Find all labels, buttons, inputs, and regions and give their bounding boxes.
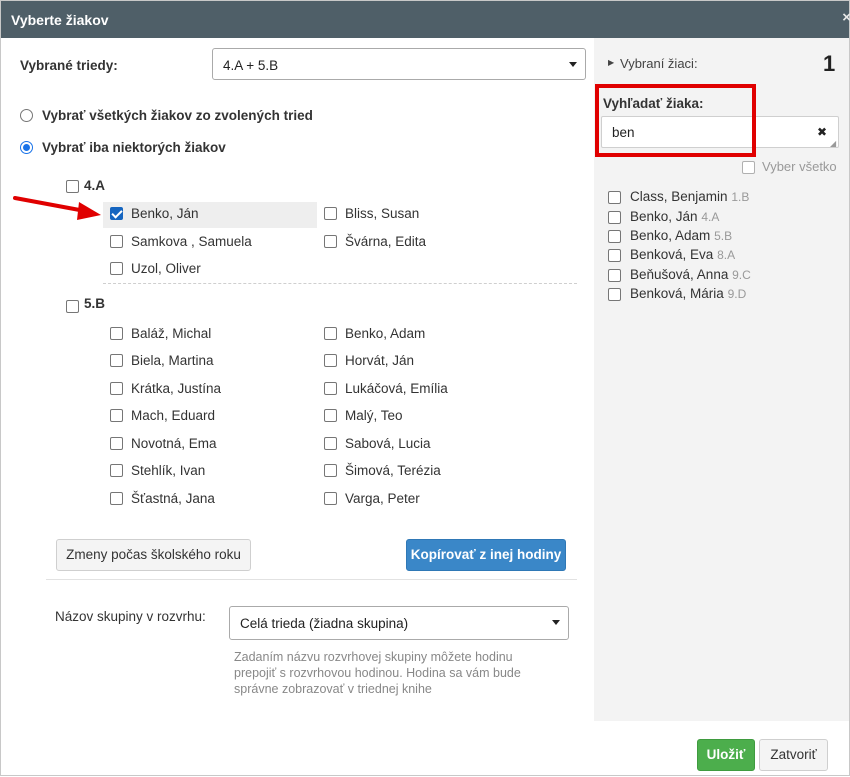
pointer-arrow-icon xyxy=(13,196,101,220)
select-students-dialog: Vyberte žiakov × Vybrané triedy: 4.A + 5… xyxy=(0,0,850,776)
